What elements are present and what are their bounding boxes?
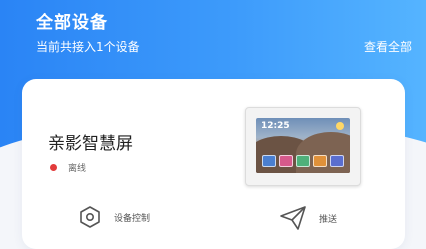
- app-tile: [330, 155, 344, 167]
- app-tile: [262, 155, 276, 167]
- app-tile: [279, 155, 293, 167]
- app-tile: [296, 155, 310, 167]
- paper-plane-icon: [280, 206, 306, 230]
- device-control-label: 设备控制: [114, 213, 151, 224]
- view-all-link[interactable]: 查看全部: [364, 38, 412, 55]
- device-screen-clock: 12:25: [261, 121, 290, 131]
- device-control-button[interactable]: 设备控制: [78, 205, 150, 229]
- device-app-row: [262, 155, 344, 167]
- device-screen: 12:25: [256, 118, 350, 173]
- page-title: 全部设备: [36, 13, 108, 33]
- push-label: 推送: [319, 214, 338, 225]
- device-status: 离线: [68, 164, 87, 174]
- status-dot: [50, 164, 57, 171]
- weather-icon: [336, 122, 344, 130]
- app-tile: [313, 155, 327, 167]
- device-image: 12:25: [245, 107, 361, 186]
- card-actions: 设备控制 推送: [22, 197, 405, 237]
- device-name: 亲影智慧屏: [48, 134, 133, 154]
- device-count-text: 当前共接入1个设备: [36, 40, 140, 54]
- hexagon-settings-icon: [80, 206, 100, 228]
- device-card[interactable]: 亲影智慧屏 离线 12:25 设备控制 推送: [22, 79, 405, 249]
- push-button[interactable]: 推送: [279, 205, 337, 231]
